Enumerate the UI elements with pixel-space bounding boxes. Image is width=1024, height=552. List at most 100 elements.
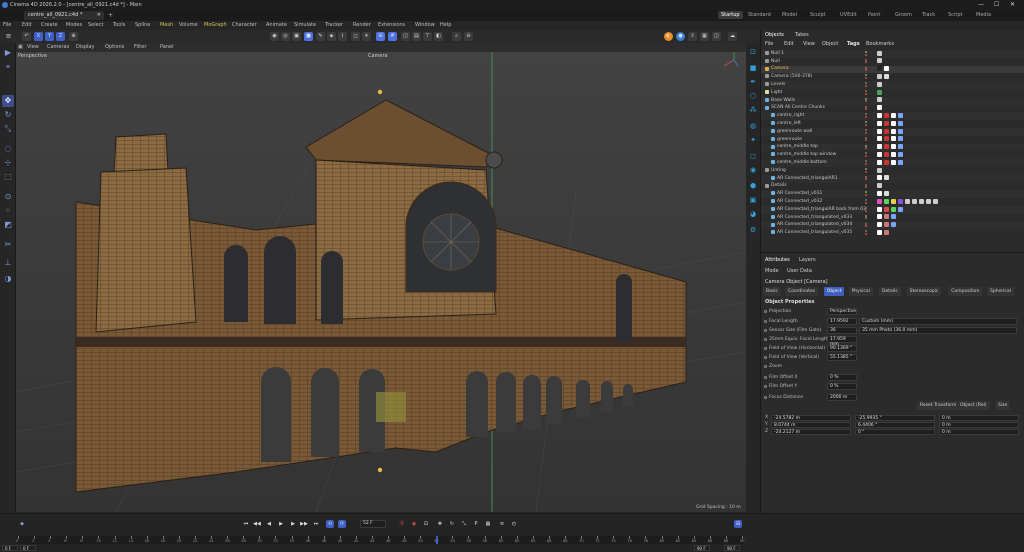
knife-tool-icon[interactable]: ✂ xyxy=(2,239,14,251)
camera-icon[interactable]: ◻ xyxy=(351,32,360,41)
param-key-icon[interactable]: P xyxy=(472,520,480,528)
autokey-icon[interactable]: ◉ xyxy=(410,520,418,528)
x-axis-lock-icon[interactable]: X xyxy=(34,32,43,41)
visibility-dots[interactable] xyxy=(865,121,868,126)
menu-spline[interactable]: Spline xyxy=(135,22,150,28)
subtab-coordinates[interactable]: Coordinates xyxy=(785,287,819,296)
menu-modes[interactable]: Modes xyxy=(66,22,82,28)
object-tag-icon[interactable] xyxy=(877,198,882,204)
object-tag-icon[interactable] xyxy=(884,190,889,196)
object-row[interactable]: centre_middle top window xyxy=(761,151,1024,159)
visibility-dots[interactable] xyxy=(865,58,868,64)
layout-tab-model[interactable]: Model xyxy=(782,12,797,18)
field-icon[interactable]: ◍ xyxy=(748,121,758,131)
texture-mode-icon[interactable]: ⊙ xyxy=(2,191,14,203)
visibility-dots[interactable] xyxy=(865,90,868,95)
layout-tab-track[interactable]: Track xyxy=(922,12,935,18)
attribute-value-field[interactable]: 2000 m xyxy=(827,394,857,401)
menu-mesh[interactable]: Mesh xyxy=(160,22,173,28)
keyframe-dot-icon[interactable] xyxy=(764,385,767,388)
object-tag-icon[interactable] xyxy=(898,144,903,150)
visibility-dots[interactable] xyxy=(865,222,868,228)
object-tag-icon[interactable] xyxy=(891,144,896,150)
viewport-panel-icon[interactable]: ▣ xyxy=(18,44,23,50)
next-frame-icon[interactable]: ▶ xyxy=(289,520,297,528)
attribute-value-field[interactable]: 0 % xyxy=(827,383,857,390)
record-icon[interactable]: ⦿ xyxy=(398,520,406,528)
object-tag-icon[interactable] xyxy=(877,136,882,142)
object-tag-icon[interactable] xyxy=(884,151,889,157)
object-tag-icon[interactable] xyxy=(884,229,889,235)
object-tag-icon[interactable] xyxy=(877,81,882,87)
object-row[interactable]: Light xyxy=(761,89,1024,97)
viewport-menu-cameras[interactable]: Cameras xyxy=(47,44,69,50)
object-menu-view[interactable]: View xyxy=(803,41,815,47)
object-tag-icon[interactable] xyxy=(884,206,889,212)
object-menu-edit[interactable]: Edit xyxy=(784,41,794,47)
subtab-stereoscopic[interactable]: Stereoscopic xyxy=(906,287,942,296)
visibility-dots[interactable] xyxy=(865,136,868,142)
object-tag-icon[interactable] xyxy=(884,66,889,72)
visibility-dots[interactable] xyxy=(865,207,868,212)
tab-takes[interactable]: Takes xyxy=(795,32,809,38)
light-gizmo-bottom[interactable] xyxy=(377,467,383,473)
object-row[interactable]: AR Connected_triangulated_v033 xyxy=(761,214,1024,222)
timeline-ruler[interactable]: 0 2 4 6 8 10 12 14 16 18 20 22 24 26 28 30 32 34 36 38 40 42 4… xyxy=(16,536,744,544)
tab-attributes[interactable]: Attributes xyxy=(765,257,790,263)
object-tag-icon[interactable] xyxy=(877,144,882,150)
next-key-icon[interactable]: ▶▶ xyxy=(300,520,308,528)
object-row[interactable]: centre_middle top xyxy=(761,143,1024,152)
object-row[interactable]: AR Connected_triangulated_v034 xyxy=(761,221,1024,230)
minimize-button[interactable]: — xyxy=(978,1,984,8)
menu-simulate[interactable]: Simulate xyxy=(294,22,316,28)
mograph-icon[interactable]: ⚙ xyxy=(748,225,758,235)
new-tab-button[interactable]: + xyxy=(108,12,113,19)
object-row[interactable]: centre_left xyxy=(761,120,1024,128)
keyframe-dot-icon[interactable] xyxy=(764,329,767,332)
layout-tab-script[interactable]: Script xyxy=(948,12,963,18)
subtab-physical[interactable]: Physical xyxy=(848,287,873,296)
object-tag-icon[interactable] xyxy=(884,159,889,165)
naming-tool-icon[interactable]: ▤ xyxy=(412,32,421,41)
camera-object-icon[interactable]: ◻ xyxy=(748,151,758,161)
environment-icon[interactable]: ◉ xyxy=(748,165,758,175)
object-tag-icon[interactable] xyxy=(891,136,896,142)
cloner-icon[interactable]: ⁂ xyxy=(748,105,758,115)
object-tag-icon[interactable] xyxy=(877,97,882,103)
keyframe-dot-icon[interactable] xyxy=(764,396,767,399)
layout-tab-sculpt[interactable]: Sculpt xyxy=(810,12,826,18)
object-tag-icon[interactable] xyxy=(912,198,917,204)
object-tag-icon[interactable] xyxy=(898,198,903,204)
subtab-spherical[interactable]: Spherical xyxy=(987,287,1014,296)
object-tag-icon[interactable] xyxy=(884,112,889,118)
object-tag-icon[interactable] xyxy=(891,128,896,134)
tab-objects[interactable]: Objects xyxy=(765,32,784,38)
object-tag-icon[interactable] xyxy=(877,222,882,228)
layout-tab-paint[interactable]: Paint xyxy=(868,12,880,18)
object-row[interactable]: AR Connected_triangulAR1 xyxy=(761,174,1024,183)
visibility-dots[interactable] xyxy=(865,152,868,157)
object-tag-icon[interactable] xyxy=(877,112,882,118)
visibility-dots[interactable] xyxy=(865,113,868,118)
attribute-value-field[interactable]: 90.1369 ° xyxy=(827,345,857,352)
subtab-basic[interactable]: Basic xyxy=(763,287,781,296)
viewport-menu-filter[interactable]: Filter xyxy=(134,44,146,50)
menu-tools[interactable]: Tools xyxy=(113,22,125,28)
object-tag-icon[interactable] xyxy=(898,128,903,134)
asset-browser-icon[interactable]: ▦ xyxy=(700,32,709,41)
render-settings-icon[interactable]: ◎ xyxy=(281,32,290,41)
grid-snap-icon[interactable]: # xyxy=(388,32,397,41)
menu-window[interactable]: Window xyxy=(415,22,435,28)
attribute-menu-mode[interactable]: Mode xyxy=(765,268,779,274)
object-row[interactable]: AR Connected_v031 xyxy=(761,190,1024,199)
close-button[interactable]: ✕ xyxy=(1010,1,1015,8)
3d-viewport[interactable]: Perspective Camera Grid Spacing : 10 m xyxy=(16,52,746,512)
layout-tab-standard[interactable]: Standard xyxy=(748,12,771,18)
timeline-icon[interactable]: ≡ xyxy=(498,520,506,528)
object-tag-icon[interactable] xyxy=(877,66,882,72)
layout-tab-groom[interactable]: Groom xyxy=(895,12,912,18)
object-row[interactable]: SCAN All Centre Chunks xyxy=(761,105,1024,113)
pen-tool-icon[interactable]: ✒ xyxy=(748,77,758,87)
transform-button[interactable]: Size xyxy=(995,401,1011,410)
layout-tab-media[interactable]: Media xyxy=(976,12,991,18)
